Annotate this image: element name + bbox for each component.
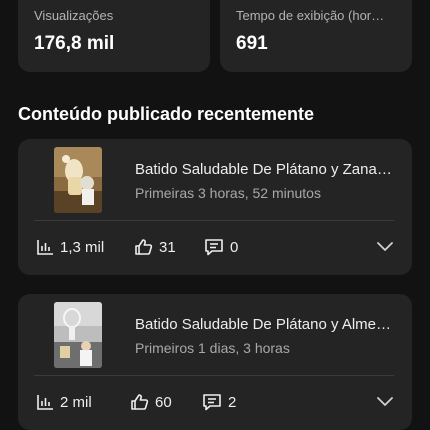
video-subtitle: Primeiras 3 horas, 52 minutos xyxy=(135,185,321,201)
metrics-row: 2 mil 60 2 xyxy=(36,390,236,414)
video-title: Batido Saludable De Plátano y Alme… xyxy=(135,316,391,333)
bar-chart-icon xyxy=(37,395,53,410)
section-title: Conteúdo publicado recentemente xyxy=(18,104,315,124)
thumbs-up-icon xyxy=(135,239,153,255)
comments-count: 2 xyxy=(228,393,237,411)
divider xyxy=(34,220,394,221)
stat-value: 691 xyxy=(236,33,268,54)
comment-icon xyxy=(205,239,223,256)
divider xyxy=(34,375,394,376)
views-metric: 2 mil xyxy=(36,393,130,411)
likes-metric: 60 xyxy=(130,393,202,411)
video-card[interactable]: Batido Saludable De Plátano y Alme… Prim… xyxy=(18,294,412,430)
views-count: 1,3 mil xyxy=(60,238,105,256)
chevron-down-icon[interactable] xyxy=(376,394,394,408)
stat-label: Visualizações xyxy=(34,8,114,23)
video-thumbnail[interactable] xyxy=(54,147,102,213)
video-subtitle: Primeiros 1 dias, 3 horas xyxy=(135,340,290,356)
likes-count: 60 xyxy=(155,393,172,411)
likes-count: 31 xyxy=(159,238,176,256)
stat-value: 176,8 mil xyxy=(34,33,115,54)
likes-metric: 31 xyxy=(134,238,204,256)
video-card[interactable]: Batido Saludable De Plátano y Zana… Prim… xyxy=(18,139,412,275)
bar-chart-icon xyxy=(37,240,53,255)
stat-card-watch-time[interactable]: Tempo de exibição (hor… 691 xyxy=(220,0,412,72)
comments-metric: 0 xyxy=(204,238,238,256)
video-title: Batido Saludable De Plátano y Zana… xyxy=(135,161,392,178)
thumbs-up-icon xyxy=(131,394,149,410)
comments-metric: 2 xyxy=(202,393,236,411)
views-count: 2 mil xyxy=(60,393,92,411)
comment-icon xyxy=(203,394,221,411)
comments-count: 0 xyxy=(230,238,239,256)
metrics-row: 1,3 mil 31 0 xyxy=(36,235,238,259)
stat-card-views[interactable]: Visualizações 176,8 mil xyxy=(18,0,210,72)
video-thumbnail[interactable] xyxy=(54,302,102,368)
stat-label: Tempo de exibição (hor… xyxy=(236,8,385,23)
views-metric: 1,3 mil xyxy=(36,238,134,256)
chevron-down-icon[interactable] xyxy=(376,239,394,253)
